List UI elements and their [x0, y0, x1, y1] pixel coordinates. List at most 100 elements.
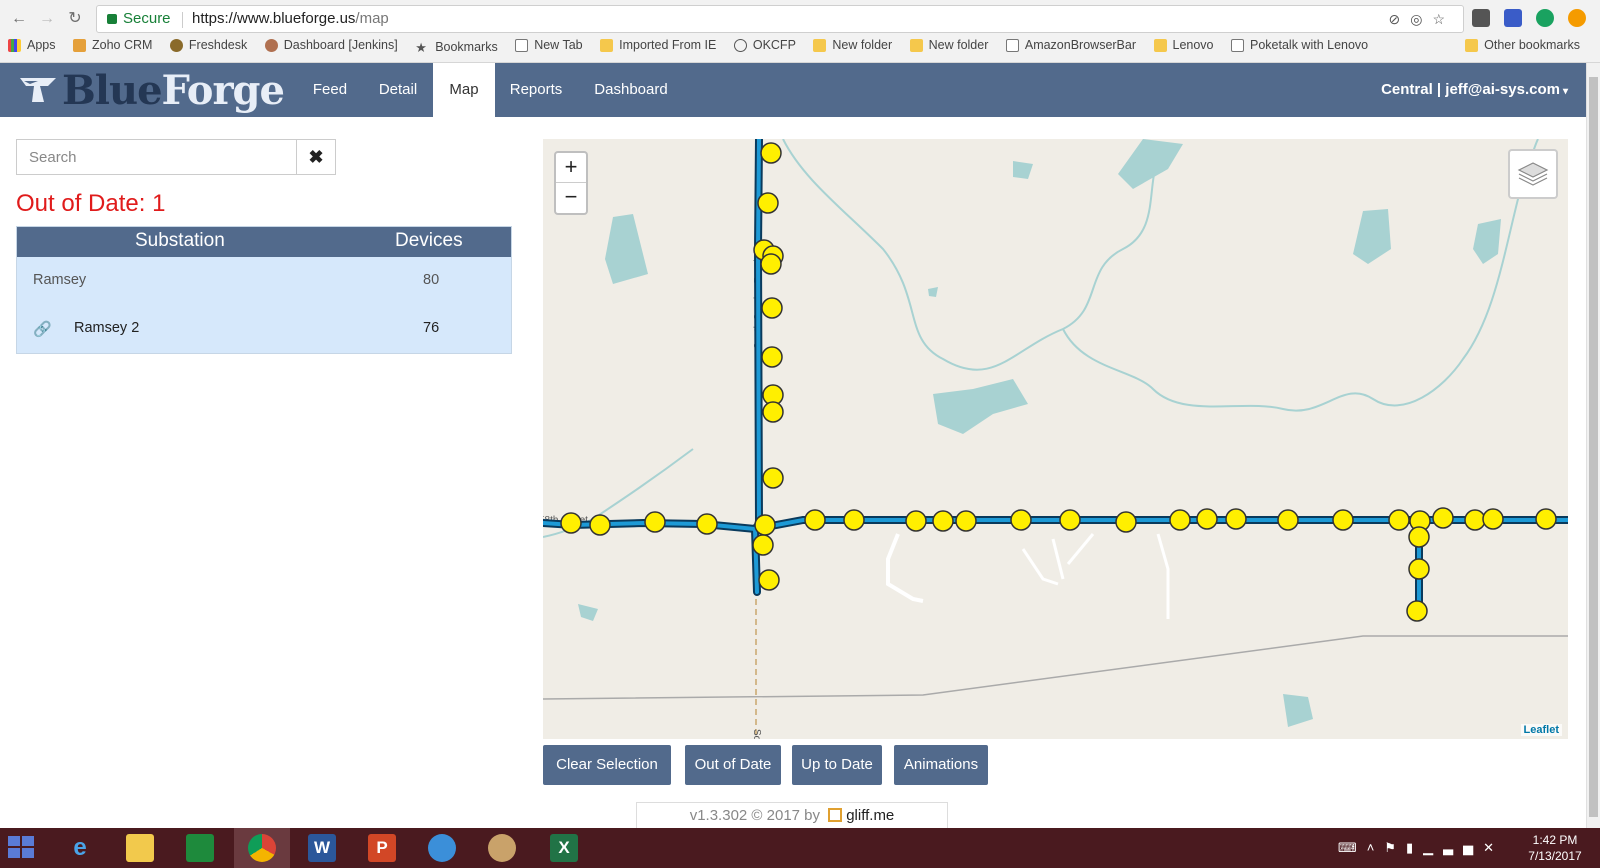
page-icon [515, 38, 529, 52]
page-icon [1231, 38, 1244, 52]
bookmark-item[interactable]: Imported From IE [600, 38, 716, 52]
lock-icon [107, 14, 117, 24]
bookmark-item[interactable]: Lenovo [1153, 38, 1214, 52]
extension-bulb-icon [1472, 9, 1490, 28]
word-icon[interactable]: W [294, 828, 350, 868]
battery-icon: ▮ [1405, 840, 1424, 855]
folder-icon [813, 38, 827, 52]
device-count: 76 [423, 320, 440, 336]
folder-icon [1153, 38, 1167, 52]
map-canvas: South Sunrise Road 58th Street 58th St S… [543, 139, 1568, 739]
zoho-icon [72, 38, 86, 52]
internet-explorer-icon[interactable]: e [52, 828, 108, 868]
address-separator [182, 12, 183, 28]
extension-flag-icon [1504, 9, 1522, 28]
bookmark-item[interactable]: Dashboard [Jenkins] [264, 38, 398, 52]
header-devices[interactable]: Devices [395, 230, 463, 252]
jenkins-icon [264, 38, 278, 52]
header-substation[interactable]: Substation [135, 230, 225, 252]
leaflet-attribution-link[interactable]: Leaflet [1520, 724, 1562, 736]
bookmark-item[interactable]: OKCFP [733, 38, 796, 52]
tray-icons[interactable]: ⌨˄⚑▮▁▃▅✕ [1338, 840, 1504, 856]
folder-icon [1465, 38, 1479, 52]
nav-reports[interactable]: Reports [506, 63, 566, 117]
gliff-link[interactable]: gliff.me [846, 807, 894, 824]
volume-muted-icon: ✕ [1483, 840, 1504, 855]
map-view[interactable]: South Sunrise Road 58th Street 58th St S… [543, 139, 1568, 739]
copyright-text: © 2017 by [751, 807, 821, 824]
chevron-up-icon: ˄ [1366, 840, 1385, 855]
network-icon: ▁▃▅ [1423, 840, 1484, 855]
bookmark-item[interactable]: New folder [813, 38, 892, 52]
nav-feed[interactable]: Feed [306, 63, 354, 117]
anvil-logo-icon [20, 78, 56, 102]
powerpoint-icon[interactable]: P [354, 828, 410, 868]
table-row[interactable]: Ramsey 80 [17, 257, 511, 305]
device-count: 80 [423, 272, 440, 288]
location-icon: ◎ [1410, 11, 1433, 27]
search-group: ✖ [16, 139, 336, 175]
page-scrollbar[interactable] [1586, 63, 1600, 828]
address-bar[interactable]: Secure https://www.blueforge.us/map ⊘◎☆ [96, 5, 1464, 33]
folder-icon [909, 38, 923, 52]
url-text: https://www.blueforge.us/map [192, 10, 389, 27]
chat-app-icon[interactable] [414, 828, 470, 868]
bookmarks-bar: Apps Zoho CRM Freshdesk Dashboard [Jenki… [8, 38, 1598, 60]
nav-detail[interactable]: Detail [368, 63, 428, 117]
nav-map[interactable]: Map [433, 63, 495, 117]
secure-label: Secure [123, 10, 171, 27]
table-header: Substation Devices [17, 227, 511, 257]
layers-icon[interactable] [1508, 149, 1558, 199]
road-label: South S [751, 729, 762, 739]
bookmark-item[interactable]: ★ Bookmarks [415, 40, 498, 54]
water-bodies [578, 139, 1501, 727]
link-icon[interactable]: 🔗 [33, 320, 52, 338]
bookmark-star-icon: ☆ [1432, 11, 1455, 27]
bookmark-item[interactable]: Zoho CRM [72, 38, 152, 52]
store-icon[interactable] [172, 828, 228, 868]
freshdesk-icon [169, 38, 183, 52]
reload-icon[interactable]: ↻ [64, 8, 86, 30]
paint-icon[interactable] [474, 828, 530, 868]
substation-table: Substation Devices Ramsey 80 🔗 Ramsey 2 … [16, 226, 512, 354]
clear-search-icon[interactable]: ✖ [296, 139, 336, 175]
bookmark-item[interactable]: AmazonBrowserBar [1005, 38, 1136, 52]
file-explorer-icon[interactable] [112, 828, 168, 868]
forward-icon[interactable]: → [36, 8, 58, 30]
bookmark-item[interactable]: New folder [909, 38, 988, 52]
user-menu[interactable]: Central | jeff@ai-sys.com ▾ [1381, 63, 1568, 117]
zoom-in-button[interactable]: + [556, 153, 586, 183]
other-bookmarks[interactable]: Other bookmarks [1465, 38, 1580, 52]
windows-start-icon[interactable] [8, 836, 36, 860]
scrollbar-thumb[interactable] [1589, 77, 1598, 817]
chrome-icon[interactable] [234, 828, 290, 868]
clock-time: 1:42 PM [1532, 833, 1578, 847]
up-to-date-button[interactable]: Up to Date [792, 745, 882, 785]
out-of-date-button[interactable]: Out of Date [685, 745, 781, 785]
nav-dashboard[interactable]: Dashboard [588, 63, 674, 117]
bookmark-item[interactable]: Apps [8, 38, 56, 52]
bookmark-item[interactable]: New Tab [515, 38, 583, 52]
table-row[interactable]: 🔗 Ramsey 2 76 [17, 305, 511, 353]
animations-button[interactable]: Animations [894, 745, 988, 785]
zoom-control: + − [554, 151, 588, 215]
search-input[interactable] [16, 139, 296, 175]
bookmark-item[interactable]: Freshdesk [169, 38, 247, 52]
back-icon[interactable]: ← [8, 8, 30, 30]
excel-icon[interactable]: X [536, 828, 592, 868]
folder-icon [600, 38, 614, 52]
bookmark-item[interactable]: Poketalk with Lenovo [1231, 38, 1368, 52]
page-icon [1005, 38, 1019, 52]
grammarly-icon [1536, 9, 1554, 28]
star-icon: ★ [415, 39, 427, 55]
zoom-out-button[interactable]: − [556, 183, 586, 213]
blueforge-logo[interactable]: Blue Forge [18, 66, 285, 114]
caret-down-icon: ▾ [1562, 86, 1568, 97]
omnibox-icons[interactable]: ⊘◎☆ [1388, 6, 1455, 32]
flag-icon: ⚑ [1384, 840, 1406, 855]
extension-icons[interactable] [1472, 9, 1600, 28]
keyboard-icon: ⌨ [1337, 840, 1367, 855]
clear-selection-button[interactable]: Clear Selection [543, 745, 671, 785]
taskbar-clock[interactable]: 1:42 PM 7/13/2017 [1520, 832, 1590, 864]
okcfp-icon [733, 38, 747, 52]
